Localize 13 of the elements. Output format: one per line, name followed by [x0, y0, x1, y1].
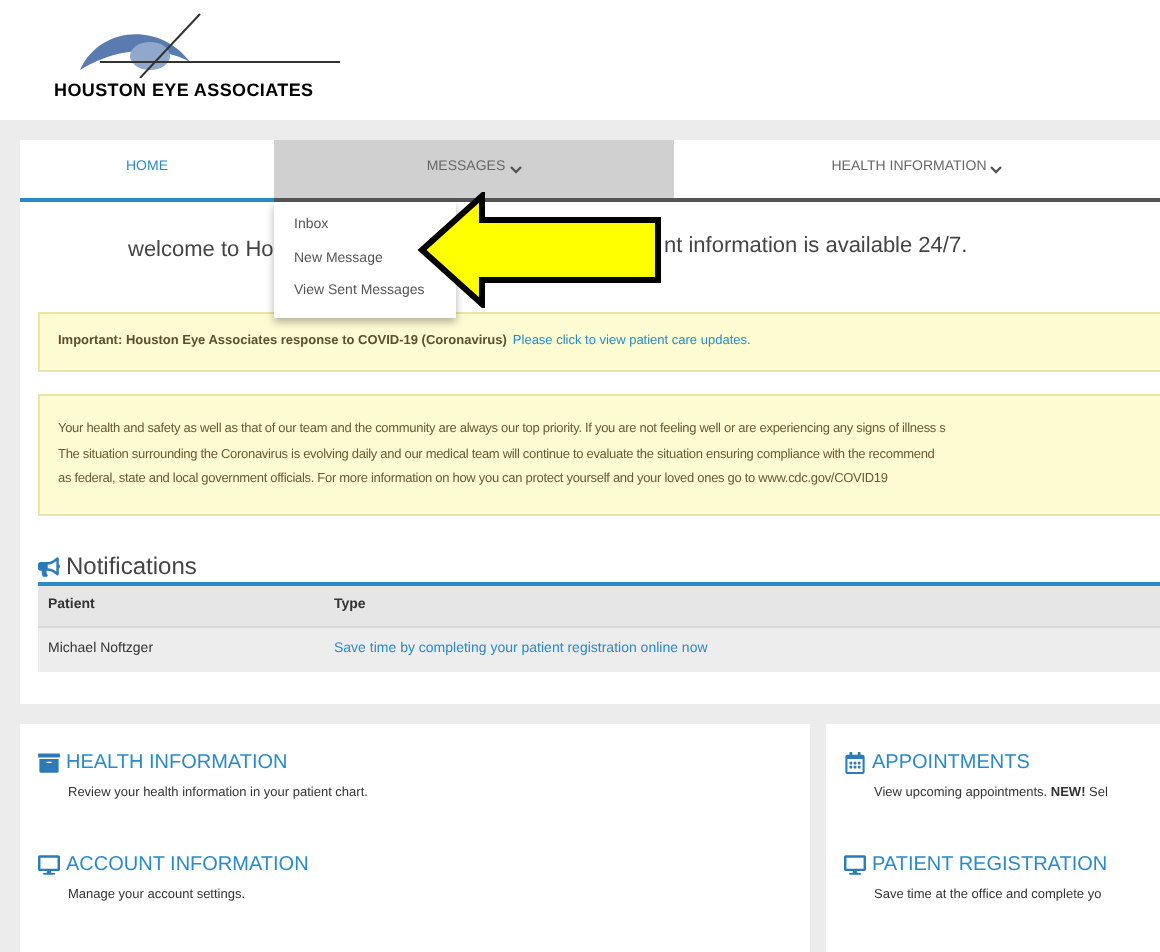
welcome-text: welcome to Ho — [128, 237, 274, 261]
logo-text: HOUSTON EYE ASSOCIATES — [54, 78, 314, 104]
monitor-icon — [38, 853, 60, 876]
megaphone-icon — [38, 555, 60, 577]
section-title[interactable]: PATIENT REGISTRATION — [872, 849, 1108, 880]
section-title[interactable]: ACCOUNT INFORMATION — [66, 849, 309, 880]
welcome-text: nt information is available 24/7. — [664, 232, 968, 263]
notifications-heading: Notifications — [66, 550, 197, 584]
section-title[interactable]: APPOINTMENTS — [872, 748, 1030, 778]
monitor-icon — [844, 853, 866, 876]
section-title[interactable]: HEALTH INFORMATION — [66, 748, 288, 778]
archive-box-icon — [38, 752, 60, 774]
calendar-icon — [844, 752, 866, 774]
